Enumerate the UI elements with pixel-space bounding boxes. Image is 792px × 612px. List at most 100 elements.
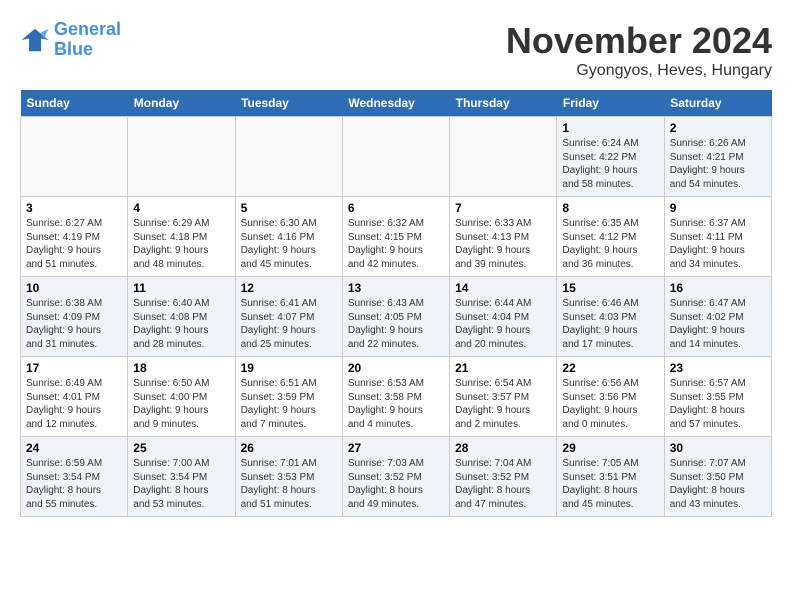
day-info: Sunrise: 6:53 AM Sunset: 3:58 PM Dayligh…: [348, 377, 444, 431]
calendar-cell: 14Sunrise: 6:44 AM Sunset: 4:04 PM Dayli…: [450, 277, 557, 357]
day-number: 6: [348, 201, 444, 215]
week-row-5: 24 Sunrise: 6:59 AM Sunset: 3:54 PM Dayli…: [21, 437, 772, 517]
day-info: Sunrise: 6:50 AM Sunset: 4:00 PM Dayligh…: [133, 377, 229, 431]
calendar-cell: 6 Sunrise: 6:32 AM Sunset: 4:15 PM Daylig…: [342, 197, 449, 277]
day-number: 12: [241, 281, 337, 295]
calendar-cell: 27Sunrise: 7:03 AM Sunset: 3:52 PM Dayli…: [342, 437, 449, 517]
day-number: 22: [562, 361, 658, 375]
calendar-cell: [235, 117, 342, 197]
calendar-cell: 5Sunrise: 6:30 AM Sunset: 4:16 PM Daylig…: [235, 197, 342, 277]
week-row-3: 10 Sunrise: 6:38 AM Sunset: 4:09 PM Dayli…: [21, 277, 772, 357]
calendar-cell: 29Sunrise: 7:05 AM Sunset: 3:51 PM Dayli…: [557, 437, 664, 517]
day-info: Sunrise: 7:01 AM Sunset: 3:53 PM Dayligh…: [241, 457, 337, 511]
day-number: 21: [455, 361, 551, 375]
calendar-cell: 18 Sunrise: 6:50 AM Sunset: 4:00 PM Dayli…: [128, 357, 235, 437]
day-info: Sunrise: 6:38 AM Sunset: 4:09 PM Dayligh…: [26, 297, 122, 351]
weekday-header-sunday: Sunday: [21, 90, 128, 117]
week-row-1: 1 Sunrise: 6:24 AM Sunset: 4:22 PM Daylig…: [21, 117, 772, 197]
weekday-header-thursday: Thursday: [450, 90, 557, 117]
day-info: Sunrise: 6:29 AM Sunset: 4:18 PM Dayligh…: [133, 217, 229, 271]
day-number: 30: [670, 441, 766, 455]
day-number: 9: [670, 201, 766, 215]
day-info: Sunrise: 7:07 AM Sunset: 3:50 PM Dayligh…: [670, 457, 766, 511]
day-info: Sunrise: 6:49 AM Sunset: 4:01 PM Dayligh…: [26, 377, 122, 431]
day-info: Sunrise: 6:26 AM Sunset: 4:21 PM Dayligh…: [670, 137, 766, 191]
calendar-cell: [128, 117, 235, 197]
calendar-cell: 25Sunrise: 7:00 AM Sunset: 3:54 PM Dayli…: [128, 437, 235, 517]
day-info: Sunrise: 6:41 AM Sunset: 4:07 PM Dayligh…: [241, 297, 337, 351]
day-number: 28: [455, 441, 551, 455]
day-number: 7: [455, 201, 551, 215]
calendar-cell: 24 Sunrise: 6:59 AM Sunset: 3:54 PM Dayli…: [21, 437, 128, 517]
calendar-cell: 4Sunrise: 6:29 AM Sunset: 4:18 PM Daylig…: [128, 197, 235, 277]
day-info: Sunrise: 6:51 AM Sunset: 3:59 PM Dayligh…: [241, 377, 337, 431]
calendar-cell: 19 Sunrise: 6:51 AM Sunset: 3:59 PM Dayli…: [235, 357, 342, 437]
day-number: 10: [26, 281, 122, 295]
calendar-cell: 21 Sunrise: 6:54 AM Sunset: 3:57 PM Dayli…: [450, 357, 557, 437]
calendar-cell: 28 Sunrise: 7:04 AM Sunset: 3:52 PM Dayli…: [450, 437, 557, 517]
day-number: 20: [348, 361, 444, 375]
day-number: 14: [455, 281, 551, 295]
day-number: 11: [133, 281, 229, 295]
page-header: General Blue November 2024 Gyongyos, Hev…: [20, 20, 772, 80]
day-info: Sunrise: 6:37 AM Sunset: 4:11 PM Dayligh…: [670, 217, 766, 271]
calendar-cell: 20 Sunrise: 6:53 AM Sunset: 3:58 PM Dayli…: [342, 357, 449, 437]
day-info: Sunrise: 6:32 AM Sunset: 4:15 PM Dayligh…: [348, 217, 444, 271]
logo-icon: [20, 25, 50, 55]
day-number: 1: [562, 121, 658, 135]
day-info: Sunrise: 6:46 AM Sunset: 4:03 PM Dayligh…: [562, 297, 658, 351]
day-number: 15: [562, 281, 658, 295]
month-title: November 2024: [506, 20, 772, 62]
day-info: Sunrise: 7:04 AM Sunset: 3:52 PM Dayligh…: [455, 457, 551, 511]
title-block: November 2024 Gyongyos, Heves, Hungary: [506, 20, 772, 80]
day-number: 19: [241, 361, 337, 375]
day-number: 29: [562, 441, 658, 455]
calendar-cell: 30 Sunrise: 7:07 AM Sunset: 3:50 PM Dayli…: [664, 437, 771, 517]
weekday-header-row: SundayMondayTuesdayWednesdayThursdayFrid…: [21, 90, 772, 117]
calendar-cell: 17 Sunrise: 6:49 AM Sunset: 4:01 PM Dayli…: [21, 357, 128, 437]
day-info: Sunrise: 6:33 AM Sunset: 4:13 PM Dayligh…: [455, 217, 551, 271]
week-row-4: 17 Sunrise: 6:49 AM Sunset: 4:01 PM Dayli…: [21, 357, 772, 437]
calendar-cell: 10 Sunrise: 6:38 AM Sunset: 4:09 PM Dayli…: [21, 277, 128, 357]
calendar-cell: [450, 117, 557, 197]
day-info: Sunrise: 6:54 AM Sunset: 3:57 PM Dayligh…: [455, 377, 551, 431]
calendar-cell: [342, 117, 449, 197]
calendar-cell: [21, 117, 128, 197]
logo-line1: General: [54, 19, 121, 39]
day-info: Sunrise: 6:24 AM Sunset: 4:22 PM Dayligh…: [562, 137, 658, 191]
day-number: 13: [348, 281, 444, 295]
calendar-cell: 23Sunrise: 6:57 AM Sunset: 3:55 PM Dayli…: [664, 357, 771, 437]
day-info: Sunrise: 6:56 AM Sunset: 3:56 PM Dayligh…: [562, 377, 658, 431]
weekday-header-saturday: Saturday: [664, 90, 771, 117]
day-number: 5: [241, 201, 337, 215]
day-number: 26: [241, 441, 337, 455]
logo-text: General Blue: [54, 20, 121, 60]
day-number: 17: [26, 361, 122, 375]
day-info: Sunrise: 6:43 AM Sunset: 4:05 PM Dayligh…: [348, 297, 444, 351]
day-info: Sunrise: 6:47 AM Sunset: 4:02 PM Dayligh…: [670, 297, 766, 351]
weekday-header-tuesday: Tuesday: [235, 90, 342, 117]
day-info: Sunrise: 6:40 AM Sunset: 4:08 PM Dayligh…: [133, 297, 229, 351]
day-number: 23: [670, 361, 766, 375]
day-info: Sunrise: 6:35 AM Sunset: 4:12 PM Dayligh…: [562, 217, 658, 271]
day-number: 24: [26, 441, 122, 455]
day-number: 8: [562, 201, 658, 215]
calendar-cell: 8 Sunrise: 6:35 AM Sunset: 4:12 PM Daylig…: [557, 197, 664, 277]
calendar-cell: 22 Sunrise: 6:56 AM Sunset: 3:56 PM Dayli…: [557, 357, 664, 437]
weekday-header-wednesday: Wednesday: [342, 90, 449, 117]
weekday-header-monday: Monday: [128, 90, 235, 117]
calendar-cell: 11 Sunrise: 6:40 AM Sunset: 4:08 PM Dayli…: [128, 277, 235, 357]
day-info: Sunrise: 6:59 AM Sunset: 3:54 PM Dayligh…: [26, 457, 122, 511]
calendar-cell: 26 Sunrise: 7:01 AM Sunset: 3:53 PM Dayli…: [235, 437, 342, 517]
calendar-cell: 12 Sunrise: 6:41 AM Sunset: 4:07 PM Dayli…: [235, 277, 342, 357]
logo: General Blue: [20, 20, 121, 60]
logo-line2: Blue: [54, 39, 93, 59]
day-number: 3: [26, 201, 122, 215]
week-row-2: 3Sunrise: 6:27 AM Sunset: 4:19 PM Daylig…: [21, 197, 772, 277]
calendar-table: SundayMondayTuesdayWednesdayThursdayFrid…: [20, 90, 772, 517]
day-info: Sunrise: 7:03 AM Sunset: 3:52 PM Dayligh…: [348, 457, 444, 511]
calendar-cell: 3Sunrise: 6:27 AM Sunset: 4:19 PM Daylig…: [21, 197, 128, 277]
calendar-cell: 15 Sunrise: 6:46 AM Sunset: 4:03 PM Dayli…: [557, 277, 664, 357]
calendar-cell: 9 Sunrise: 6:37 AM Sunset: 4:11 PM Daylig…: [664, 197, 771, 277]
day-number: 18: [133, 361, 229, 375]
